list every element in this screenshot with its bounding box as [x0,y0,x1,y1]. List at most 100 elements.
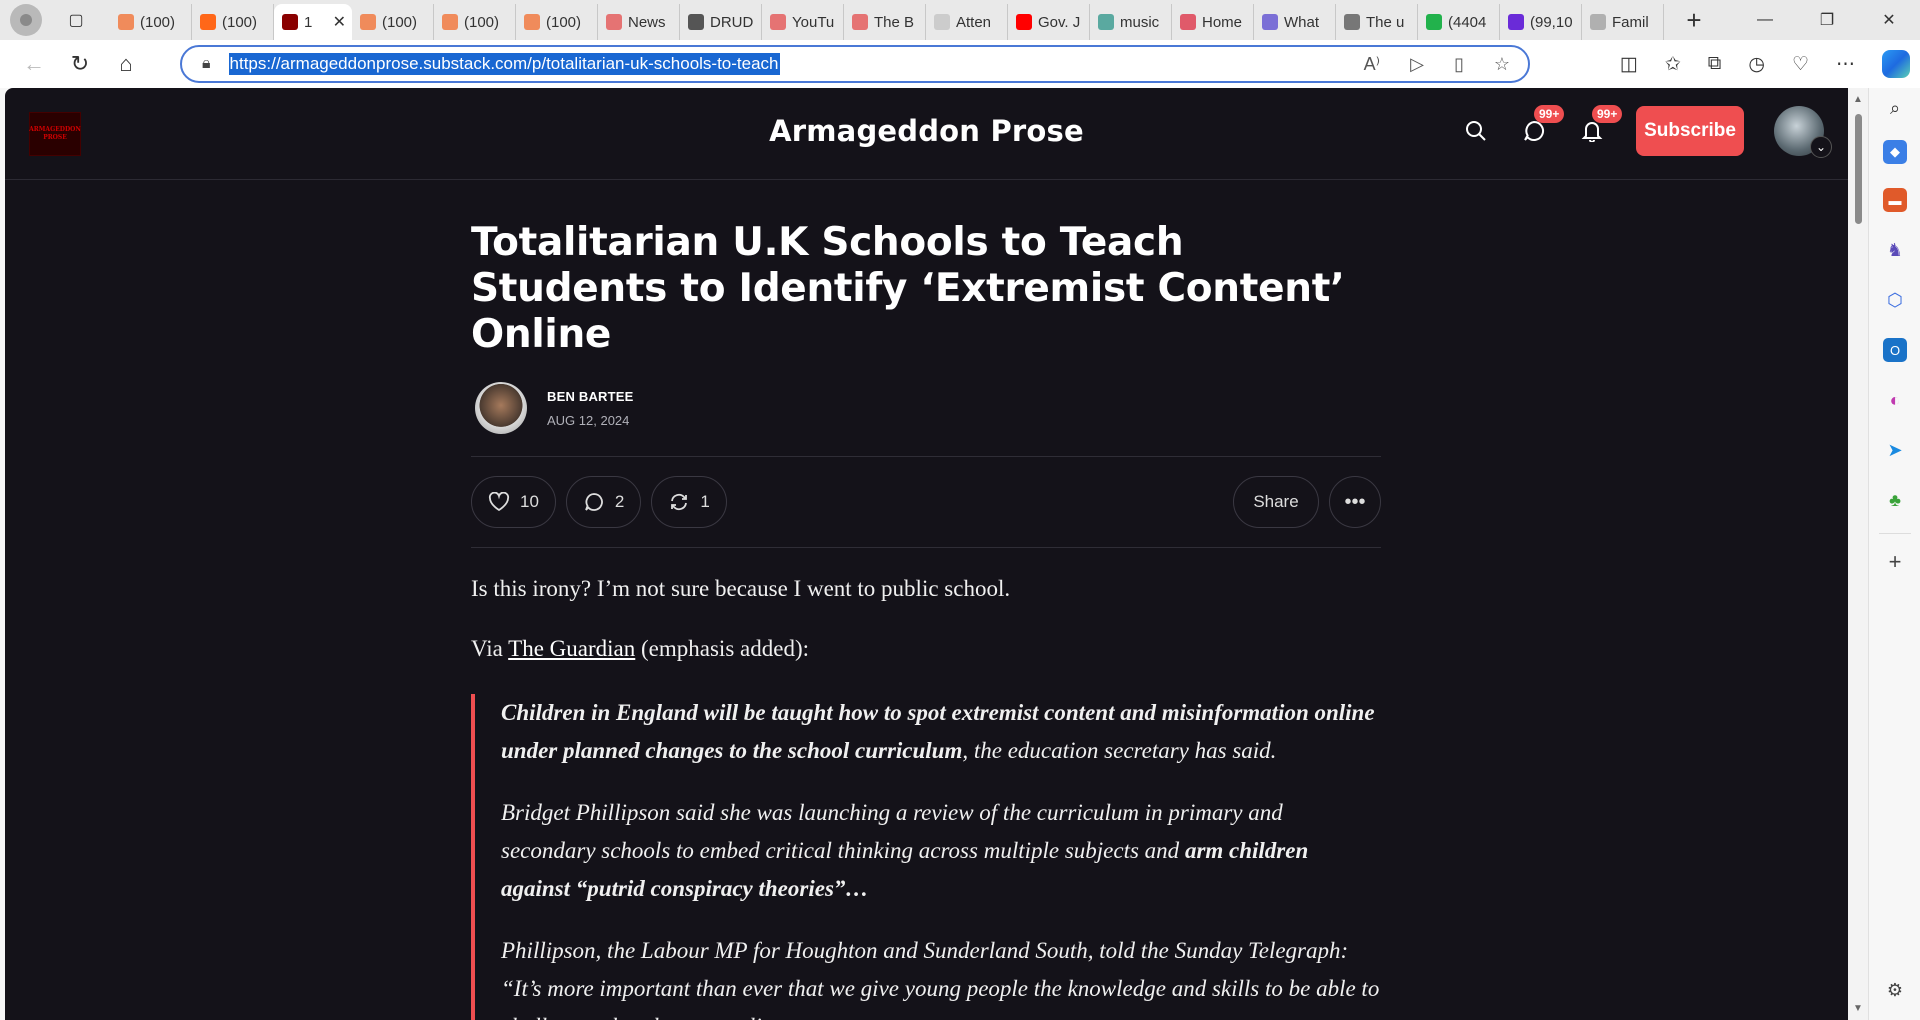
divider [1879,533,1911,534]
browser-tab[interactable]: DRUD [680,4,762,40]
via-paragraph: Via The Guardian (emphasis added): [471,636,809,661]
restack-icon [671,493,688,511]
new-tab-button[interactable]: + [1674,2,1714,38]
like-count: 10 [520,492,539,511]
scroll-down-icon[interactable]: ▼ [1853,1003,1863,1014]
page-scrollbar[interactable]: ▲ ▼ [1848,88,1868,1020]
minimize-button[interactable]: — [1734,0,1796,40]
address-bar[interactable]: 🔒︎ https://armageddonprose.substack.com/… [180,45,1530,83]
close-window-button[interactable]: ✕ [1858,0,1920,40]
search-icon[interactable] [1462,117,1490,145]
home-button[interactable]: ⌂ [106,46,146,82]
profile-icon[interactable] [10,4,42,36]
browser-tab[interactable]: (100) [352,4,434,40]
tab-actions-icon[interactable]: ▢ [60,4,92,36]
more-options-icon[interactable]: ••• [1329,476,1381,528]
site-header: ARMAGEDDON PROSE Armageddon Prose 99+ 99… [5,88,1848,180]
browser-tab[interactable]: The u [1336,4,1418,40]
browser-tab[interactable]: What [1254,4,1336,40]
tab-favicon-icon [606,14,622,30]
tab-label: YouTu [792,13,835,31]
guardian-link[interactable]: The Guardian [508,636,635,661]
browser-tab[interactable]: The B [844,4,926,40]
author-name[interactable]: BEN BARTEE [547,389,634,404]
media-icon[interactable]: ▷ [1410,54,1424,75]
collections-icon[interactable]: ⧉ [1708,53,1722,75]
chat-icon[interactable]: 99+ [1520,105,1565,145]
tab-favicon-icon [1180,14,1196,30]
games-icon[interactable]: ♞ [1883,238,1907,262]
settings-gear-icon[interactable]: ⚙ [1883,978,1907,1002]
browser-tab[interactable]: Atten [926,4,1008,40]
favorites-icon[interactable]: ✩ [1665,53,1681,76]
user-avatar[interactable]: ⌄ [1774,106,1832,158]
copilot-icon[interactable] [1882,50,1910,78]
chat-badge: 99+ [1534,105,1565,123]
browser-tab[interactable]: (100) [434,4,516,40]
restack-button[interactable]: 1 [651,476,727,528]
lock-icon[interactable]: 🔒︎ [202,55,211,73]
copilot-apps-icon[interactable]: ⬡ [1883,288,1907,312]
blockquote: Children in England will be taught how t… [471,694,1381,1020]
byline: BEN BARTEE AUG 12, 2024 [471,380,1381,436]
performance-icon[interactable]: ♡ [1792,53,1809,76]
split-screen-icon[interactable]: ◫ [1620,53,1638,76]
tab-favicon-icon [688,14,704,30]
tab-favicon-icon [1590,14,1606,30]
browser-tab[interactable]: 1 ✕ [274,4,352,40]
tools-icon[interactable]: ▬ [1883,188,1907,212]
browser-tab[interactable]: (99,10 [1500,4,1582,40]
browser-tab[interactable]: (4404 [1418,4,1500,40]
restack-count: 1 [700,492,710,511]
outlook-icon[interactable]: O [1883,338,1907,362]
favorite-star-icon[interactable]: ☆ [1494,54,1510,75]
author-avatar[interactable] [475,382,527,434]
browser-tab[interactable]: Famil [1582,4,1664,40]
search-icon[interactable]: ⌕ [1883,96,1907,120]
like-button[interactable]: 10 [471,476,556,528]
tab-label: (100) [464,13,500,31]
history-icon[interactable]: ◷ [1748,53,1765,76]
comment-button[interactable]: 2 [565,476,642,528]
tree-icon[interactable]: ♣ [1883,488,1907,512]
share-button[interactable]: Share [1233,476,1319,528]
more-menu-icon[interactable]: ⋯ [1836,53,1855,76]
article-body: Is this irony? I’m not sure because I we… [471,570,1381,1020]
immersive-reader-icon[interactable]: ▯ [1454,54,1464,75]
browser-tab[interactable]: music [1090,4,1172,40]
edge-sidebar: ⌕ ◆ ▬ ♞ ⬡ O ◐ ➤ ♣ + ⚙ [1868,88,1920,1020]
add-sidebar-app-icon[interactable]: + [1883,549,1907,574]
browser-tab[interactable]: (100) [192,4,274,40]
article: Totalitarian U.K Schools to Teach Studen… [471,220,1381,1020]
quote-paragraph: Bridget Phillipson said she was launchin… [501,800,1309,901]
browser-tab[interactable]: (100) [516,4,598,40]
tab-label: music [1120,13,1160,31]
tab-close-icon[interactable]: ✕ [333,12,346,32]
scroll-thumb[interactable] [1855,114,1862,224]
scroll-up-icon[interactable]: ▲ [1853,94,1863,105]
subscribe-button[interactable]: Subscribe [1636,106,1744,156]
browser-tab[interactable]: Gov. J [1008,4,1090,40]
telegram-icon[interactable]: ➤ [1883,438,1907,462]
notifications-bell-icon[interactable]: 99+ [1578,105,1623,145]
refresh-button[interactable]: ↻ [60,46,100,82]
browser-tab[interactable]: Home [1172,4,1254,40]
restore-button[interactable]: ❐ [1796,0,1858,40]
tab-favicon-icon [1344,14,1360,30]
tab-favicon-icon [852,14,868,30]
read-aloud-icon[interactable]: A⁾ [1364,54,1380,75]
browser-tab[interactable]: (100) [110,4,192,40]
shopping-tag-icon[interactable]: ◆ [1883,140,1907,164]
tab-label: DRUD [710,13,754,31]
tab-favicon-icon [1098,14,1114,30]
back-button[interactable]: ← [14,46,54,82]
chevron-down-icon[interactable]: ⌄ [1810,136,1832,158]
tab-favicon-icon [1426,14,1442,30]
window-controls: — ❐ ✕ [1734,0,1920,40]
designer-icon[interactable]: ◐ [1883,388,1907,412]
browser-tab[interactable]: News [598,4,680,40]
page-viewport: ARMAGEDDON PROSE Armageddon Prose 99+ 99… [5,88,1848,1020]
tab-label: News [628,13,666,31]
browser-tab[interactable]: YouTu [762,4,844,40]
url-text[interactable]: https://armageddonprose.substack.com/p/t… [228,53,780,75]
